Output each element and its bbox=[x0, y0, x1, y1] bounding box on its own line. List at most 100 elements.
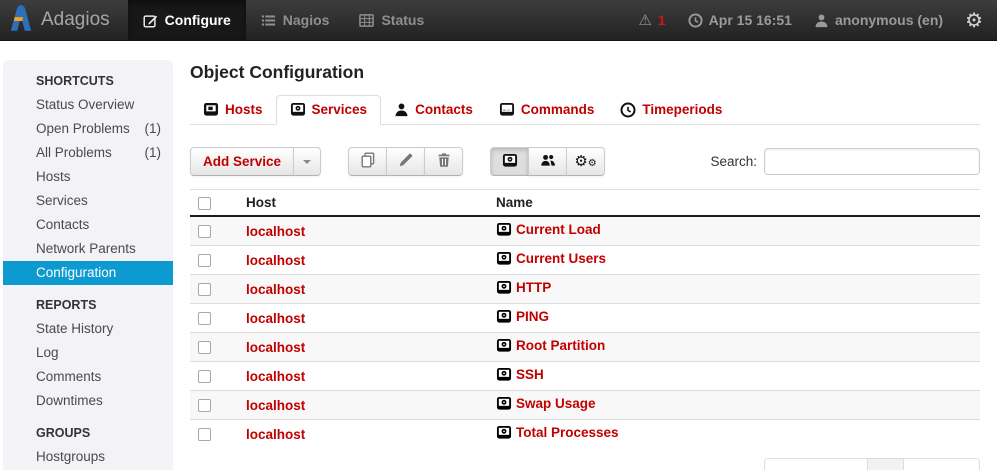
host-link[interactable]: localhost bbox=[246, 224, 305, 239]
row-checkbox[interactable] bbox=[198, 225, 211, 238]
toolbar: Add Service ⚙⚙ bbox=[190, 147, 980, 176]
delete-button[interactable] bbox=[424, 147, 463, 176]
row-checkbox[interactable] bbox=[198, 254, 211, 267]
datetime-indicator: Apr 15 16:51 bbox=[688, 12, 792, 28]
service-link[interactable]: PING bbox=[516, 309, 549, 324]
sidebar-item-configuration[interactable]: Configuration bbox=[3, 261, 173, 285]
sidebar-item-state-history[interactable]: State History bbox=[3, 317, 173, 341]
host-link[interactable]: localhost bbox=[246, 427, 305, 442]
column-header-name[interactable]: Name bbox=[488, 190, 980, 217]
filter-settings-button[interactable]: ⚙⚙ bbox=[566, 147, 605, 176]
service-icon bbox=[496, 341, 512, 356]
list-icon bbox=[261, 13, 276, 28]
page-title: Object Configuration bbox=[190, 62, 980, 83]
edit-button[interactable] bbox=[386, 147, 425, 176]
service-link[interactable]: Swap Usage bbox=[516, 396, 596, 411]
current-page-button[interactable]: 1 bbox=[867, 458, 905, 470]
filter-services-button[interactable] bbox=[490, 147, 529, 176]
gear-icon[interactable]: ⚙ bbox=[965, 10, 983, 30]
service-icon bbox=[502, 153, 518, 171]
column-header-host[interactable]: Host bbox=[238, 190, 488, 217]
select-all-checkbox[interactable] bbox=[198, 197, 211, 210]
previous-page-button[interactable]: ← Previous bbox=[764, 458, 868, 470]
service-icon bbox=[290, 102, 306, 117]
service-link[interactable]: SSH bbox=[516, 367, 544, 382]
brand[interactable]: Adagios bbox=[0, 0, 128, 40]
datetime-text: Apr 15 16:51 bbox=[709, 12, 792, 28]
nav-item-label: Nagios bbox=[283, 12, 330, 28]
sidebar-item-hostgroups[interactable]: Hostgroups bbox=[3, 445, 173, 469]
tab-timeperiods[interactable]: Timeperiods bbox=[607, 95, 735, 125]
host-link[interactable]: localhost bbox=[246, 253, 305, 268]
service-link[interactable]: HTTP bbox=[516, 280, 551, 295]
tab-hosts[interactable]: Hosts bbox=[190, 95, 276, 125]
add-service-dropdown-button[interactable] bbox=[293, 147, 321, 176]
table-row: localhost Total Processes bbox=[190, 420, 980, 449]
sidebar-item-all-problems[interactable]: (1) All Problems bbox=[3, 141, 173, 165]
sidebar-heading-reports: REPORTS bbox=[3, 292, 173, 317]
sidebar-item-contacts[interactable]: Contacts bbox=[3, 213, 173, 237]
row-checkbox[interactable] bbox=[198, 428, 211, 441]
service-icon bbox=[496, 225, 512, 240]
sidebar-item-comments[interactable]: Comments bbox=[3, 365, 173, 389]
gears-icon: ⚙⚙ bbox=[574, 154, 596, 169]
edit-icon bbox=[143, 13, 158, 28]
add-service-button[interactable]: Add Service bbox=[190, 147, 294, 176]
service-link[interactable]: Total Processes bbox=[516, 425, 619, 440]
table-row: localhost PING bbox=[190, 304, 980, 333]
sidebar-item-status-overview[interactable]: Status Overview bbox=[3, 93, 173, 117]
table-footer: Showing 1 to 8 of 8 entries (filtered fr… bbox=[190, 458, 980, 470]
row-checkbox[interactable] bbox=[198, 399, 211, 412]
table-row: localhost Current Users bbox=[190, 246, 980, 275]
row-checkbox[interactable] bbox=[198, 283, 211, 296]
copy-icon bbox=[360, 152, 376, 171]
nav-item-status[interactable]: Status bbox=[344, 0, 439, 40]
service-link[interactable]: Root Partition bbox=[516, 338, 605, 353]
row-checkbox[interactable] bbox=[198, 341, 211, 354]
search-input[interactable] bbox=[764, 148, 980, 175]
host-link[interactable]: localhost bbox=[246, 398, 305, 413]
pagination: ← Previous 1 Next → bbox=[764, 458, 980, 470]
service-icon bbox=[496, 254, 512, 269]
main-content: Object Configuration Hosts Services Cont… bbox=[190, 58, 980, 470]
sidebar-item-log[interactable]: Log bbox=[3, 341, 173, 365]
service-icon bbox=[496, 312, 512, 327]
sidebar-item-hosts[interactable]: Hosts bbox=[3, 165, 173, 189]
service-icon bbox=[496, 428, 512, 443]
host-link[interactable]: localhost bbox=[246, 311, 305, 326]
adagios-logo-icon bbox=[10, 4, 32, 37]
service-link[interactable]: Current Load bbox=[516, 222, 601, 237]
host-link[interactable]: localhost bbox=[246, 282, 305, 297]
top-navbar: Adagios Configure Nagios Status ⚠ 1 Apr … bbox=[0, 0, 997, 41]
filter-contacts-button[interactable] bbox=[528, 147, 567, 176]
tab-commands[interactable]: Commands bbox=[486, 95, 608, 125]
user-menu[interactable]: anonymous (en) bbox=[814, 12, 943, 28]
sidebar-heading-shortcuts: SHORTCUTS bbox=[3, 68, 173, 93]
row-checkbox[interactable] bbox=[198, 370, 211, 383]
host-link[interactable]: localhost bbox=[246, 340, 305, 355]
pencil-icon bbox=[398, 152, 414, 171]
sidebar-item-services[interactable]: Services bbox=[3, 189, 173, 213]
service-link[interactable]: Current Users bbox=[516, 251, 606, 266]
nav-item-nagios[interactable]: Nagios bbox=[246, 0, 345, 40]
problems-indicator[interactable]: ⚠ 1 bbox=[638, 11, 665, 29]
tab-services[interactable]: Services bbox=[276, 95, 382, 125]
sidebar-item-open-problems[interactable]: (1) Open Problems bbox=[3, 117, 173, 141]
command-icon bbox=[499, 102, 515, 117]
copy-button[interactable] bbox=[348, 147, 387, 176]
host-icon bbox=[203, 102, 219, 117]
sidebar-item-network-parents[interactable]: Network Parents bbox=[3, 237, 173, 261]
next-page-button[interactable]: Next → bbox=[903, 458, 980, 470]
host-link[interactable]: localhost bbox=[246, 369, 305, 384]
trash-icon bbox=[436, 152, 452, 171]
table-header-row: Host Name bbox=[190, 190, 980, 217]
service-icon bbox=[496, 370, 512, 385]
sidebar-item-downtimes[interactable]: Downtimes bbox=[3, 389, 173, 413]
nav-item-configure[interactable]: Configure bbox=[128, 0, 246, 40]
contact-icon bbox=[394, 102, 409, 117]
tab-contacts[interactable]: Contacts bbox=[381, 95, 486, 125]
user-icon bbox=[814, 13, 829, 28]
select-all-header[interactable] bbox=[190, 190, 238, 217]
nav-item-label: Configure bbox=[165, 12, 231, 28]
row-checkbox[interactable] bbox=[198, 312, 211, 325]
